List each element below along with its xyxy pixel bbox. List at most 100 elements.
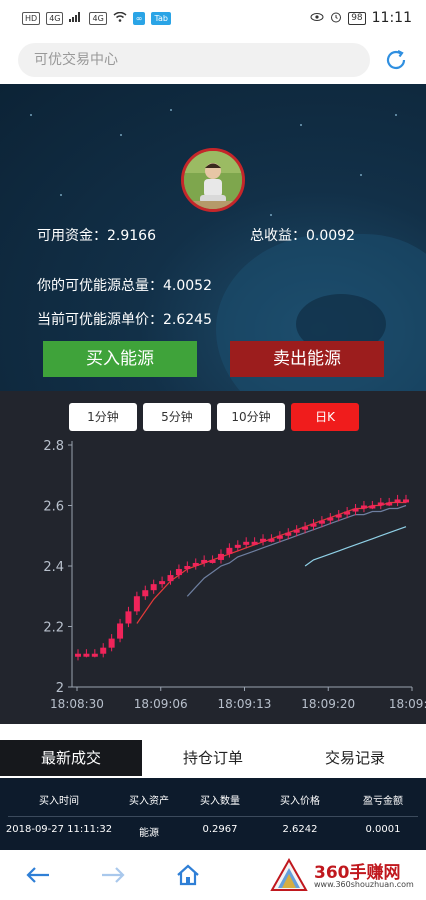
series-line-ma2 [186,504,407,597]
candle-body [217,553,224,560]
candle-body [159,581,166,585]
eye-icon [310,12,324,25]
y-tick-label: 2.6 [43,500,64,515]
column-header-asset: 买入资产 [129,796,169,807]
candle-body [352,508,359,512]
avatar[interactable] [181,148,245,212]
column-header-price: 买入价格 [280,796,320,807]
signal-icon [69,11,83,25]
column-header-quantity: 买入数量 [200,796,240,807]
candle-body [394,499,401,503]
forward-arrow-icon[interactable] [75,850,150,900]
timeframe-5min[interactable]: 5分钟 [143,403,211,431]
app-badge-tab: Tab [151,11,171,25]
network-4g-badge: 4G [46,11,64,25]
candle-body [133,596,140,612]
timeframe-selector: 1分钟 5分钟 10分钟 日K [69,403,359,431]
candle-body [142,590,149,597]
cell-time: 2018-09-27 11:11:32 [5,824,113,835]
watermark-logo: 360手赚网 www.360shouzhuan.com [270,858,420,894]
status-right: 98 11:11 [310,10,412,26]
candle-body [360,505,367,509]
timeframe-1min[interactable]: 1分钟 [69,403,137,431]
network-4g-badge-2: 4G [89,11,107,25]
tab-open-orders[interactable]: 持仓订单 [142,740,284,776]
back-arrow-icon[interactable] [0,850,75,900]
url-input[interactable]: 可优交易中心 [18,43,370,77]
y-tick-label: 2.4 [43,560,64,575]
brand-triangle-icon [270,858,308,891]
candle-body [386,502,393,506]
candle-body [192,562,199,566]
available-funds-value: 2.9166 [107,228,156,244]
x-tick-label: 18:08:30 [50,697,104,711]
candle-body [344,511,351,515]
candle-body [318,520,325,524]
x-tick-label: 18:09:06 [134,697,188,711]
status-bar: HD 4G 4G ∞ Tab 98 11:11 [0,0,426,36]
total-income-label: 总收益： [250,228,306,244]
sell-energy-button[interactable]: 卖出能源 [230,341,384,377]
candle-body [276,535,283,539]
energy-total-value: 4.0052 [163,278,212,294]
timeframe-10min[interactable]: 10分钟 [217,403,285,431]
y-tick-label: 2.2 [43,621,64,636]
alarm-icon [330,11,342,26]
candle-body [285,532,292,536]
tab-trade-history[interactable]: 交易记录 [284,740,426,776]
candle-body [234,544,241,548]
candle-body [335,514,342,518]
energy-price-value: 2.6245 [163,312,212,328]
table-header: 买入时间 买入资产 买入数量 买入价格 盈亏金额 [0,792,426,807]
price-chart: 2.8 2.6 2.4 2.2 218:08:30 18:09:06 18:09:13 18:… [43,439,426,711]
app-badge-infinity: ∞ [132,11,146,25]
refresh-icon[interactable] [384,48,408,72]
candle-body [117,623,124,639]
cell-pnl: 0.0001 [365,824,401,835]
cell-asset: 能源 [139,828,159,839]
energy-total: 你的可优能源总量：4.0052 [37,275,212,295]
total-income: 总收益：0.0092 [250,225,355,245]
wifi-icon [113,11,127,25]
candle-body [243,541,250,545]
candle-body [260,538,267,542]
cell-quantity: 0.2967 [202,824,238,835]
candle-body [369,505,376,509]
clock: 11:11 [371,10,412,26]
brand-url: www.360shouzhuan.com [314,880,414,889]
candle-body [226,547,233,554]
series-line-ma1 [136,501,406,624]
buy-energy-button[interactable]: 买入能源 [43,341,197,377]
battery-indicator: 98 [348,11,366,25]
home-icon[interactable] [150,850,225,900]
candle-body [75,653,81,657]
y-tick-label: 2.8 [43,439,64,454]
trade-table: 买入时间 买入资产 买入数量 买入价格 盈亏金额 2018-09-27 11:1… [0,778,426,850]
candle-body [302,526,309,530]
hd-badge: HD [22,11,41,25]
energy-total-label: 你的可优能源总量： [37,278,163,294]
candle-body [83,653,90,657]
table-divider [8,816,418,817]
candle-body [327,517,334,521]
account-panel: 可用资金：2.9166 总收益：0.0092 你的可优能源总量：4.0052 当… [0,84,426,391]
candle-body [293,529,300,533]
candle-body [201,559,208,563]
candle-body [91,653,98,657]
total-income-value: 0.0092 [306,228,355,244]
available-funds: 可用资金：2.9166 [37,225,156,245]
record-tabs: 最新成交 持仓订单 交易记录 [0,740,426,776]
x-tick-label: 18:09:13 [218,697,272,711]
timeframe-daily[interactable]: 日K [291,403,359,431]
candle-body [167,575,174,582]
candle-body [377,502,384,506]
candle-body [175,569,182,576]
candle-body [268,538,275,542]
tab-latest-trades[interactable]: 最新成交 [0,740,142,776]
candle-body [209,559,216,563]
candle-body [100,647,107,654]
candle-body [403,499,409,503]
table-row[interactable]: 2018-09-27 11:11:32 能源 0.2967 2.6242 0.0… [0,824,426,839]
cell-price: 2.6242 [282,824,318,835]
x-tick-label: 18:09:20 [301,697,355,711]
